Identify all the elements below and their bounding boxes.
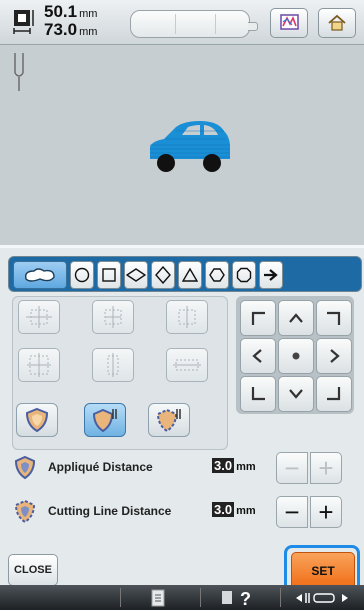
move-down-button[interactable] <box>278 376 314 412</box>
applique-distance-value: 3.0 mm <box>212 458 256 473</box>
next-arrow-button[interactable] <box>259 261 283 289</box>
hexagon-shape-icon <box>209 268 225 282</box>
cutting-line-distance-increase-button[interactable]: + <box>310 496 342 528</box>
applique-distance-icon <box>14 455 36 480</box>
divider <box>280 588 281 607</box>
thread-color-icon <box>280 14 299 30</box>
align-narrow-icon <box>107 353 119 377</box>
plus-icon: + <box>318 453 334 483</box>
home-button[interactable] <box>318 8 356 38</box>
width-value: 50.1 <box>44 2 78 21</box>
applique-position-icon <box>92 408 117 433</box>
triangle-shape-button[interactable] <box>178 261 202 289</box>
move-up-right-button[interactable] <box>316 300 352 336</box>
arrow-right-icon <box>264 269 278 281</box>
chevron-right-icon <box>330 349 340 363</box>
close-button[interactable]: CLOSE <box>8 554 58 586</box>
applique-cut-button[interactable] <box>148 403 190 437</box>
chevron-left-icon <box>252 349 262 363</box>
thread-indicator-tab <box>248 22 258 31</box>
height-value: 73.0 <box>44 20 78 39</box>
chevron-down-icon <box>289 389 303 399</box>
shape-selector <box>8 256 362 292</box>
divider <box>120 588 121 607</box>
design-canvas[interactable] <box>0 45 364 245</box>
move-up-button[interactable] <box>278 300 314 336</box>
width-unit: mm <box>79 8 98 20</box>
corner-down-left-icon <box>251 387 265 401</box>
align-narrow-button[interactable] <box>92 348 134 382</box>
cutting-line-distance-label: Cutting Line Distance <box>48 504 172 518</box>
corner-up-right-icon <box>327 311 341 325</box>
move-center-button[interactable] <box>278 338 314 374</box>
align-corner-button[interactable] <box>18 348 60 382</box>
height-unit: mm <box>79 26 98 38</box>
minus-icon: − <box>284 497 300 527</box>
embroidery-size-icon <box>13 10 34 34</box>
move-up-left-button[interactable] <box>240 300 276 336</box>
move-left-button[interactable] <box>240 338 276 374</box>
square-shape-icon <box>102 268 116 282</box>
applique-cut-icon <box>156 408 181 433</box>
center-dot-icon <box>292 352 300 360</box>
help-icon[interactable]: ? <box>220 588 260 608</box>
design-size: 50.1 mm 73.0 mm <box>44 2 98 40</box>
corner-up-left-icon <box>251 311 265 325</box>
bottom-bar: ? <box>0 585 364 610</box>
svg-text:?: ? <box>240 589 251 608</box>
applique-distance-increase-button[interactable]: + <box>310 452 342 484</box>
move-right-button[interactable] <box>316 338 352 374</box>
applique-material-button[interactable] <box>16 403 58 437</box>
align-corner-icon <box>27 353 51 377</box>
move-down-left-button[interactable] <box>240 376 276 412</box>
octagon-shape-icon <box>236 267 252 283</box>
triangle-shape-icon <box>182 267 198 282</box>
cutting-line-distance-row: Cutting Line Distance 3.0 mm − + <box>12 494 354 530</box>
align-center-icon <box>26 306 52 328</box>
align-wide-icon <box>173 359 201 371</box>
align-vertical-center-icon <box>104 306 122 328</box>
applique-settings-panel: Appliqué Distance 3.0 mm − + Cutting Line… <box>0 245 364 595</box>
thread-color-button[interactable] <box>270 8 308 38</box>
plus-icon: + <box>318 497 334 527</box>
align-vertical-center-button[interactable] <box>92 300 134 334</box>
cutting-line-distance-decrease-button[interactable]: − <box>276 496 308 528</box>
applique-distance-decrease-button[interactable]: − <box>276 452 308 484</box>
chevron-up-icon <box>289 313 303 323</box>
hexagon-shape-button[interactable] <box>205 261 229 289</box>
home-icon <box>328 14 346 31</box>
divider <box>200 588 201 607</box>
applique-position-button[interactable] <box>84 403 126 437</box>
octagon-shape-button[interactable] <box>232 261 256 289</box>
thread-indicator <box>130 10 258 38</box>
wide-diamond-shape-icon <box>126 268 146 282</box>
direction-pad <box>236 296 354 414</box>
align-center-button[interactable] <box>18 300 60 334</box>
applique-distance-row: Appliqué Distance 3.0 mm − + <box>12 450 354 486</box>
applique-shield-icon <box>25 407 49 433</box>
align-edge-icon <box>178 306 196 328</box>
cutting-line-distance-value: 3.0 mm <box>212 502 256 517</box>
align-wide-button[interactable] <box>166 348 208 382</box>
applique-distance-label: Appliqué Distance <box>48 460 153 474</box>
corner-down-right-icon <box>327 387 341 401</box>
top-bar: 50.1 mm 73.0 mm <box>0 0 364 45</box>
needle-position-icon <box>14 53 24 91</box>
screen: 50.1 mm 73.0 mm Appliqué Distance 3.0 mm… <box>0 0 364 610</box>
document-icon[interactable] <box>150 589 166 607</box>
align-edge-button[interactable] <box>166 300 208 334</box>
diamond-shape-icon <box>155 266 171 284</box>
outline-shape-button[interactable] <box>13 261 67 289</box>
outline-shape-icon <box>24 268 55 282</box>
car-design <box>150 121 230 172</box>
presser-foot-icon[interactable] <box>294 589 350 607</box>
diamond-shape-button[interactable] <box>151 261 175 289</box>
minus-icon: − <box>284 453 300 483</box>
circle-shape-icon <box>74 267 90 283</box>
square-shape-button[interactable] <box>97 261 121 289</box>
cutting-line-distance-icon <box>14 499 36 524</box>
wide-diamond-shape-button[interactable] <box>124 261 148 289</box>
circle-shape-button[interactable] <box>70 261 94 289</box>
move-down-right-button[interactable] <box>316 376 352 412</box>
